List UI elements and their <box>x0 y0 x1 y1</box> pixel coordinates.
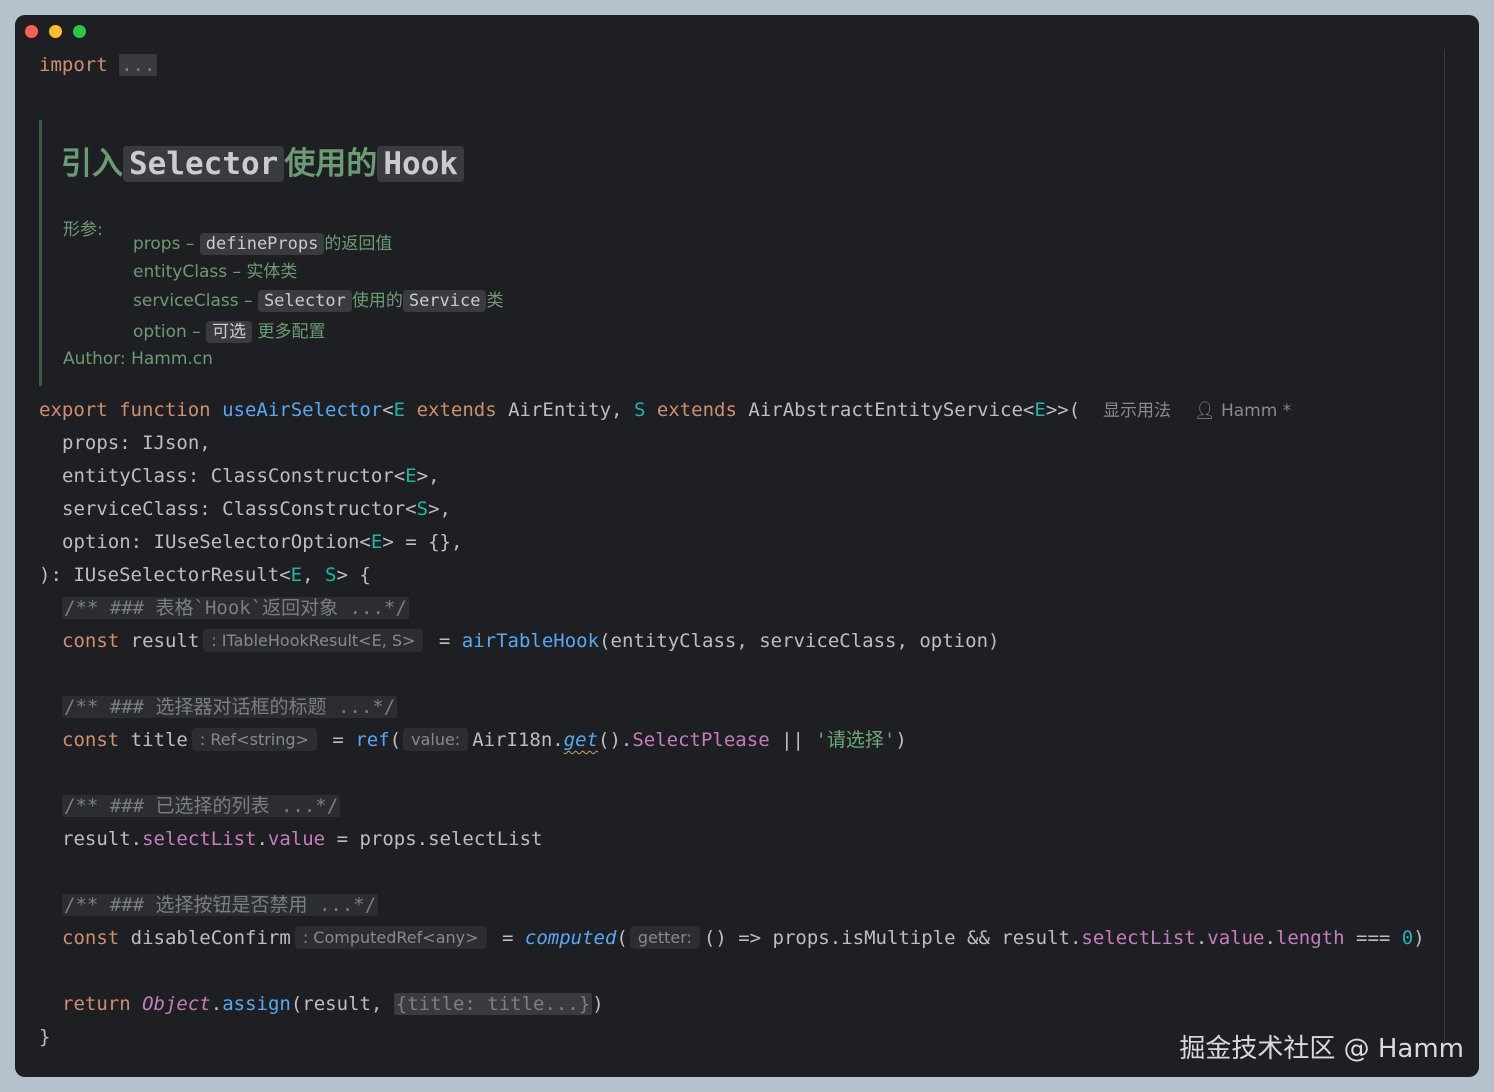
show-usages-link[interactable]: 显示用法 <box>1103 401 1171 421</box>
comment-disable-button[interactable]: /** ### 选择按钮是否禁用 ...*/ <box>62 892 379 918</box>
doc-param-entityclass: entityClass – 实体类 <box>133 262 298 282</box>
doc-comment-bar <box>39 120 42 386</box>
param-hint-value: value: <box>403 728 469 751</box>
import-keyword: import <box>39 54 108 76</box>
return-line: return Object.assign(result, {title: tit… <box>62 993 604 1015</box>
doc-param-option: option – 可选 更多配置 <box>133 321 326 343</box>
comment-dialog-title[interactable]: /** ### 选择器对话框的标题 ...*/ <box>62 694 398 720</box>
doc-param-props: props – defineProps 的返回值 <box>133 233 393 255</box>
code-editor-window: import ... 引入 Selector 使用的 Hook 形参: props –… <box>15 15 1479 1077</box>
doc-author: Author: Hamm.cn <box>63 349 213 369</box>
param-serviceclass-line: serviceClass: ClassConstructor<S>, <box>62 498 451 520</box>
param-option-line: option: IUseSelectorOption<E> = {}, <box>62 531 463 553</box>
param-entityclass-line: entityClass: ClassConstructor<E>, <box>62 465 440 487</box>
param-hint-getter: getter: <box>629 926 700 949</box>
closing-brace-line: } <box>39 1026 51 1048</box>
doc-param-serviceclass: serviceClass – Selector 使用的 Service 类 <box>133 290 504 312</box>
author-lens[interactable]: 👤︎ Hamm * <box>1194 401 1291 421</box>
type-hint-disable: : ComputedRef<any> <box>294 926 487 949</box>
import-line: import ... <box>39 52 158 78</box>
const-title-line: const title: Ref<string> = ref(value: Air… <box>62 728 907 751</box>
right-margin-guide <box>1444 49 1445 1049</box>
type-hint-title: : Ref<string> <box>191 728 317 751</box>
function-signature-line: export function useAirSelector<E extends… <box>39 399 1292 421</box>
doc-title: 引入 Selector 使用的 Hook <box>61 142 464 186</box>
doc-params-label: 形参: <box>63 220 103 240</box>
import-fold[interactable]: ... <box>119 54 158 76</box>
comment-table-hook[interactable]: /** ### 表格`Hook`返回对象 ...*/ <box>62 595 409 621</box>
const-result-line: const result: ITableHookResult<E, S> = a… <box>62 629 1000 652</box>
watermark: 掘金技术社区 @ Hamm <box>1179 1034 1464 1064</box>
param-props-line: props: IJson, <box>62 432 211 454</box>
minimize-window-icon[interactable] <box>49 25 62 38</box>
type-hint-result: : ITableHookResult<E, S> <box>203 629 424 652</box>
const-disable-line: const disableConfirm: ComputedRef<any> =… <box>62 926 1425 949</box>
close-window-icon[interactable] <box>25 25 38 38</box>
user-icon: 👤︎ <box>1193 401 1216 421</box>
maximize-window-icon[interactable] <box>73 25 86 38</box>
object-fold[interactable]: {title: title...} <box>393 993 593 1015</box>
comment-selected-list[interactable]: /** ### 已选择的列表 ...*/ <box>62 793 341 819</box>
return-type-line: ): IUseSelectorResult<E, S> { <box>39 564 371 586</box>
select-list-assign-line: result.selectList.value = props.selectLi… <box>62 828 543 850</box>
